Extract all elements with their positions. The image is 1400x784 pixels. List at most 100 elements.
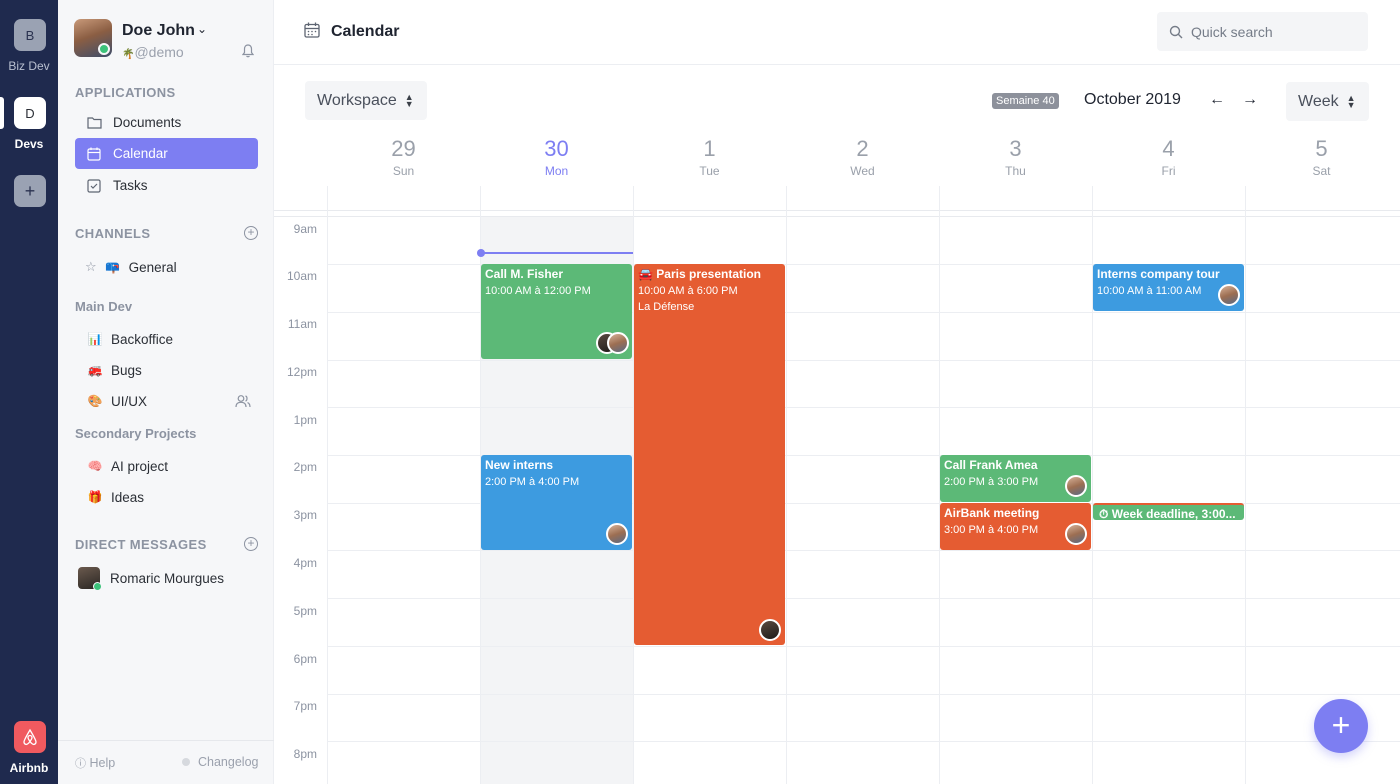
workspace-label: Airbnb [9,761,49,775]
divider [327,598,1400,599]
sidebar-item-label: Documents [113,115,182,130]
day-header-thu[interactable]: 3 Thu [939,136,1092,178]
bell-icon[interactable] [242,44,254,58]
sidebar-item-bugs[interactable]: 🚒 Bugs [85,358,142,382]
event-week-deadline[interactable]: ⏱ Week deadline, 3:00... [1093,503,1244,520]
hour-label: 3pm [293,508,317,522]
view-select-label: Week [1298,92,1339,110]
hour-label: 5pm [293,604,317,618]
sidebar-item-label: Ideas [111,489,145,505]
sidebar-item-documents[interactable]: Documents [75,107,258,138]
event-interns-company-tour[interactable]: Interns company tour 10:00 AM à 11:00 AM [1093,264,1244,311]
sidebar-item-label: UI/UX [111,393,148,409]
search-input[interactable] [1191,23,1361,40]
sidebar-item-backoffice[interactable]: 📊 Backoffice [85,327,174,351]
avatar [1065,523,1087,545]
event-new-interns[interactable]: New interns 2:00 PM à 4:00 PM [481,455,632,550]
sidebar: Doe John ⌄ 🌴@demo APPLICATIONS Documents… [58,0,274,784]
hour-label: 11am [287,317,317,331]
workspace-label: Devs [14,137,44,151]
brain-icon: 🧠 [87,459,103,473]
event-time: 10:00 AM à 6:00 PM [638,285,738,297]
add-event-button[interactable]: + [1314,699,1368,753]
section-title-main-dev: Main Dev [75,299,133,314]
avatar [607,332,629,354]
event-call-frank-amea[interactable]: Call Frank Amea 2:00 PM à 3:00 PM [940,455,1091,502]
next-week-button[interactable]: → [1240,91,1260,109]
add-direct-message-icon[interactable]: + [244,537,258,551]
bar-chart-icon: 📊 [87,332,103,346]
search-icon [1169,25,1183,38]
workspace-rail: B Biz Dev D Devs + Airbnb [0,0,58,784]
help-link[interactable]: ⓘ Help [75,755,115,771]
day-header-sun[interactable]: 29 Sun [327,136,480,178]
event-paris-presentation[interactable]: 🚘 Paris presentation 10:00 AM à 6:00 PM … [634,264,785,645]
folder-icon [86,115,102,131]
hour-label: 10am [286,269,317,283]
sidebar-item-tasks[interactable]: Tasks [75,170,258,201]
help-icon: ⓘ [75,758,86,770]
updown-chevron-icon: ▲ ▼ [1346,92,1356,110]
event-title: Call M. Fisher [485,267,564,281]
calendar-icon [304,22,320,38]
hour-label: 2pm [293,460,317,474]
user-avatar[interactable] [74,19,112,57]
day-header-wed[interactable]: 2 Wed [786,136,939,178]
divider [327,550,1400,551]
members-icon[interactable] [235,394,251,408]
event-location: La Défense [638,301,695,313]
sidebar-item-ui-ux[interactable]: 🎨 UI/UX [85,389,148,413]
day-header-fri[interactable]: 4 Fri [1092,136,1245,178]
section-title-applications: APPLICATIONS [75,85,176,100]
workspace-biz-dev-button[interactable]: B [14,19,46,51]
changelog-link[interactable]: Changelog [182,755,258,769]
user-handle: 🌴@demo [122,44,184,60]
dm-item-romaric-mourgues[interactable]: Romaric Mourgues [78,566,224,591]
day-header-tue[interactable]: 1 Tue [633,136,786,178]
sidebar-item-ai-project[interactable]: 🧠 AI project [85,454,169,478]
avatar [606,523,628,545]
topbar: Calendar [274,0,1400,65]
palm-tree-icon: 🌴 [122,49,135,60]
sidebar-item-label: AI project [111,458,169,474]
view-select[interactable]: Week ▲ ▼ [1286,82,1369,121]
chevron-down-icon[interactable]: ⌄ [197,22,207,36]
main-content: Calendar Workspace ▲▼ Semaine 40 October… [274,0,1400,784]
workspace-select[interactable]: Workspace ▲ ▼ [305,81,427,120]
divider [327,694,1400,695]
user-name[interactable]: Doe John [122,22,195,40]
car-icon: 🚘 [638,267,653,281]
airbnb-logo-icon [23,728,37,746]
add-workspace-button[interactable]: + [14,175,46,207]
add-channel-icon[interactable]: + [244,226,258,240]
sidebar-item-ideas[interactable]: 🎁 Ideas [85,485,145,509]
hour-label: 12pm [286,365,317,379]
day-header-mon[interactable]: 30 Mon [480,136,633,178]
day-header-sat[interactable]: 5 Sat [1245,136,1398,178]
star-icon[interactable]: ☆ [85,259,97,275]
sidebar-item-label: General [128,259,177,275]
active-workspace-indicator [0,97,4,129]
event-call-m-fisher[interactable]: Call M. Fisher 10:00 AM à 12:00 PM [481,264,632,359]
calendar-grid[interactable]: 9am 10am 11am 12pm 1pm 2pm 3pm 4pm 5pm 6… [274,186,1400,784]
sidebar-item-label: Bugs [111,362,142,378]
workspace-devs-button[interactable]: D [14,97,46,129]
section-title-channels: CHANNELS [75,226,151,241]
current-time-line [481,252,633,254]
event-airbank-meeting[interactable]: AirBank meeting 3:00 PM à 4:00 PM [940,503,1091,550]
divider [274,210,1400,211]
sidebar-item-label: Calendar [113,146,168,161]
hour-label: 4pm [293,556,317,570]
event-title: Interns company tour [1097,267,1220,281]
divider [327,407,1400,408]
prev-week-button[interactable]: ← [1207,91,1227,109]
page-title: Calendar [331,23,400,40]
sidebar-item-general[interactable]: ☆ 📪 General [85,255,177,279]
avatar [1065,475,1087,497]
checkbox-icon [86,178,102,194]
event-title: New interns [485,458,554,472]
workspace-airbnb-button[interactable] [14,721,46,753]
sidebar-item-calendar[interactable]: Calendar [75,138,258,169]
hour-label: 1pm [293,413,317,427]
quick-search[interactable] [1157,12,1368,51]
